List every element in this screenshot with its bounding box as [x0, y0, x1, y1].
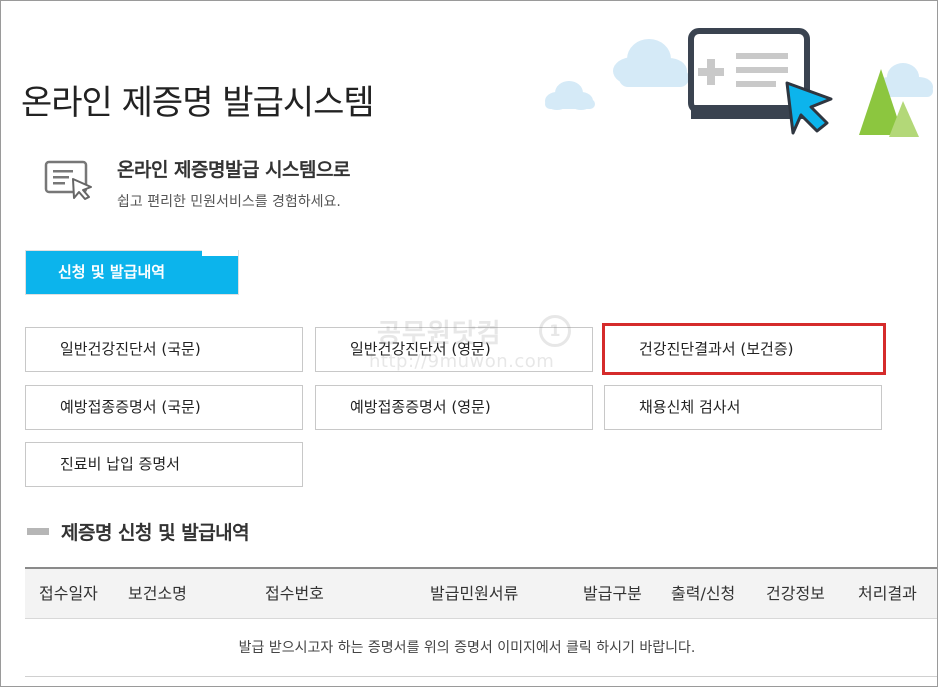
- cloud-icon: [613, 39, 689, 87]
- column-header: 보건소명: [128, 584, 187, 603]
- apply-history-label: 신청 및 발급내역: [58, 263, 166, 281]
- cert-general-health-korean-button[interactable]: 일반건강진단서 (국문): [25, 327, 303, 372]
- intro-title: 온라인 제증명발급 시스템으로: [117, 159, 350, 181]
- cert-vaccination-korean-button[interactable]: 예방접종증명서 (국문): [25, 385, 303, 430]
- cursor-arrow-icon: [785, 81, 833, 135]
- cert-employment-physical-button[interactable]: 채용신체 검사서: [604, 385, 882, 430]
- column-header: 발급민원서류: [430, 584, 519, 603]
- column-header: 접수번호: [265, 584, 324, 603]
- history-section-title: 제증명 신청 및 발급내역: [61, 522, 250, 544]
- cert-label: 예방접종증명서 (국문): [60, 398, 201, 416]
- computer-illustration: [545, 28, 933, 137]
- intro-banner: 온라인 제증명발급 시스템으로 쉽고 편리한 민원서비스를 경험하세요.: [41, 153, 461, 213]
- apply-history-button[interactable]: 신청 및 발급내역: [25, 250, 239, 295]
- button-notch: [202, 250, 238, 256]
- cert-vaccination-english-button[interactable]: 예방접종증명서 (영문): [315, 385, 593, 430]
- cert-label: 건강진단결과서 (보건증): [639, 340, 794, 358]
- cert-general-health-english-button[interactable]: 일반건강진단서 (영문): [315, 327, 593, 372]
- history-table-header: 접수일자 보건소명 접수번호 발급민원서류 발급구분 출력/신청 건강정보 처리…: [25, 567, 937, 619]
- column-header: 출력/신청: [671, 584, 736, 603]
- cert-label: 진료비 납입 증명서: [60, 455, 180, 473]
- history-empty-message: 발급 받으시고자 하는 증명서를 위의 증명서 이미지에서 클릭 하시기 바랍니…: [25, 619, 937, 677]
- document-cursor-icon: [44, 160, 92, 200]
- cert-medical-payment-button[interactable]: 진료비 납입 증명서: [25, 442, 303, 487]
- page-frame: 온라인 제증명 발급시스템 온라인 제증명발급 시스템으로 쉽고 편리한 민원서…: [0, 0, 938, 687]
- cloud-icon-small: [545, 81, 595, 110]
- intro-subtitle: 쉽고 편리한 민원서비스를 경험하세요.: [117, 194, 341, 210]
- column-header: 처리결과: [858, 584, 917, 603]
- history-table: 접수일자 보건소명 접수번호 발급민원서류 발급구분 출력/신청 건강정보 처리…: [25, 567, 937, 677]
- column-header: 건강정보: [766, 584, 825, 603]
- cert-label: 일반건강진단서 (국문): [60, 340, 201, 358]
- section-bar-icon: [27, 528, 49, 535]
- cert-label: 일반건강진단서 (영문): [350, 340, 491, 358]
- cert-label: 예방접종증명서 (영문): [350, 398, 491, 416]
- column-header: 발급구분: [583, 584, 642, 603]
- column-header: 접수일자: [39, 584, 98, 603]
- cert-label: 채용신체 검사서: [639, 398, 741, 416]
- page-title: 온라인 제증명 발급시스템: [21, 83, 375, 123]
- cert-health-result-button[interactable]: 건강진단결과서 (보건증): [602, 323, 886, 375]
